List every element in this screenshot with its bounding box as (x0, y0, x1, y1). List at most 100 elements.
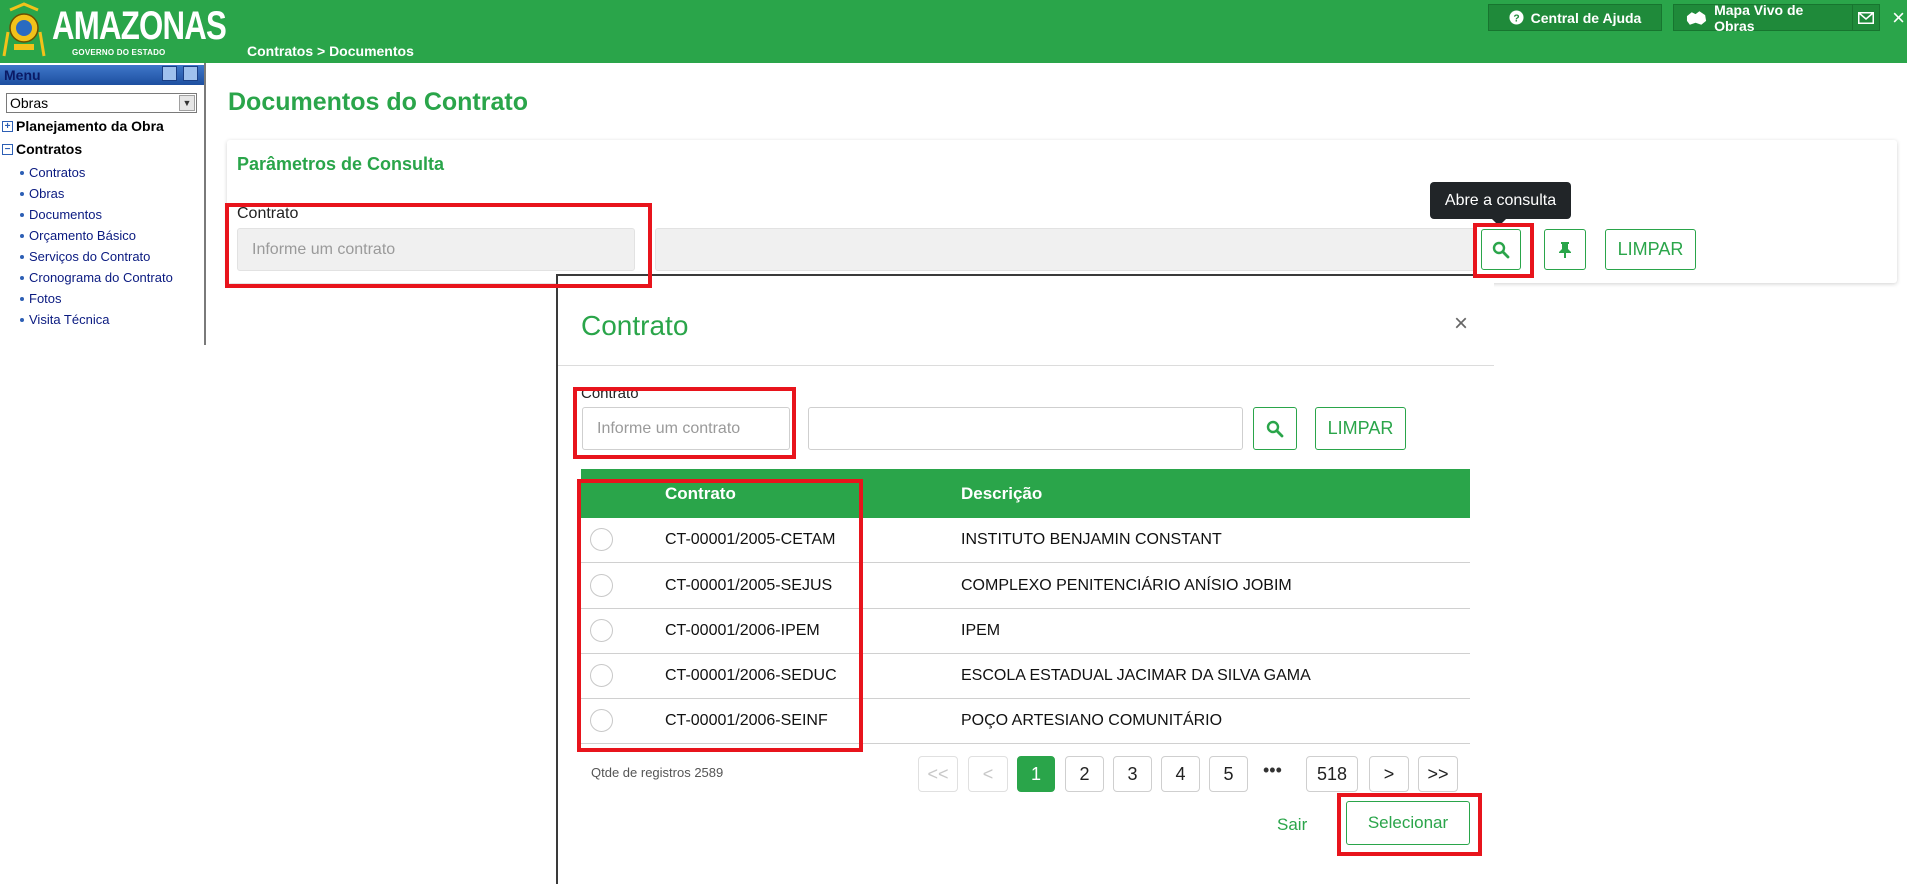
modal-clear-label: LIMPAR (1327, 418, 1394, 438)
module-select[interactable]: Obras ▼ (6, 93, 197, 113)
modal-divider (558, 365, 1494, 366)
svg-text:?: ? (1513, 13, 1519, 24)
page-title: Documentos do Contrato (228, 88, 528, 116)
pin-filter-button[interactable] (1544, 229, 1586, 270)
row-radio[interactable] (590, 709, 613, 732)
panel-title: Parâmetros de Consulta (237, 154, 445, 174)
prev-page-button[interactable]: < (968, 756, 1008, 792)
sidebar-item-label: Fotos (29, 291, 62, 306)
cell-contrato: CT-00001/2006-IPEM (665, 622, 820, 639)
page-button-1[interactable]: 1 (1017, 756, 1055, 792)
table-row[interactable]: CT-00001/2005-SEJUS COMPLEXO PENITENCIÁR… (581, 564, 1470, 609)
page-button-last[interactable]: 518 (1306, 756, 1358, 792)
bullet-icon (20, 191, 24, 196)
first-page-button[interactable]: << (918, 756, 958, 792)
sidebar-item-fotos[interactable]: Fotos (20, 291, 62, 306)
menu-collapse-icon[interactable] (162, 66, 177, 81)
row-radio[interactable] (590, 574, 613, 597)
cell-descricao: POÇO ARTESIANO COMUNITÁRIO (961, 712, 1223, 729)
bullet-icon (20, 275, 24, 280)
help-center-label: Central de Ajuda (1530, 9, 1642, 26)
clear-button[interactable]: LIMPAR (1605, 229, 1696, 270)
select-label: Selecionar (1367, 813, 1449, 832)
module-select-value: Obras (10, 95, 49, 111)
select-button[interactable]: Selecionar (1346, 801, 1470, 845)
modal-contract-code-placeholder: Informe um contrato (597, 419, 741, 437)
row-radio[interactable] (590, 664, 613, 687)
cell-descricao: ESCOLA ESTADUAL JACIMAR DA SILVA GAMA (961, 667, 1311, 684)
exit-button[interactable]: Sair (1277, 815, 1307, 835)
live-map-button[interactable]: Mapa Vivo de Obras (1673, 1, 1855, 34)
collapse-icon[interactable]: − (2, 143, 13, 155)
menu-pin-icon[interactable] (183, 66, 198, 81)
tree-node-contratos[interactable]: − Contratos (2, 141, 82, 157)
map-icon (1686, 10, 1707, 25)
mail-button[interactable] (1852, 4, 1880, 31)
open-lookup-button[interactable] (1481, 229, 1521, 270)
table-row[interactable]: CT-00001/2006-SEDUC ESCOLA ESTADUAL JACI… (581, 654, 1470, 699)
contract-code-placeholder: Informe um contrato (252, 240, 396, 258)
page-button-5[interactable]: 5 (1209, 756, 1248, 792)
column-header-contrato[interactable]: Contrato (665, 484, 736, 504)
bullet-icon (20, 296, 24, 301)
bullet-icon (20, 317, 24, 322)
breadcrumb: Contratos > Documentos (247, 43, 414, 59)
state-emblem-icon (2, 2, 46, 57)
column-header-descricao[interactable]: Descrição (961, 484, 1042, 504)
cell-contrato: CT-00001/2006-SEDUC (665, 667, 837, 684)
modal-contract-description-input[interactable] (808, 407, 1243, 450)
bullet-icon (20, 233, 24, 238)
modal-contract-code-input[interactable]: Informe um contrato (582, 407, 790, 450)
sidebar: Menu Obras ▼ + Planejamento da Obra − Co… (0, 63, 206, 345)
table-row[interactable]: CT-00001/2005-CETAM INSTITUTO BENJAMIN C… (581, 518, 1470, 563)
contract-label: Contrato (237, 205, 299, 222)
modal-clear-button[interactable]: LIMPAR (1315, 407, 1406, 450)
help-center-button[interactable]: ? Central de Ajuda (1488, 4, 1662, 31)
tree-node-label: Planejamento da Obra (16, 118, 164, 134)
pin-icon (1559, 241, 1571, 258)
sidebar-item-label: Serviços do Contrato (29, 249, 151, 264)
sidebar-item-label: Documentos (29, 207, 102, 222)
page-button-2[interactable]: 2 (1065, 756, 1104, 792)
clear-label: LIMPAR (1617, 239, 1684, 259)
brand-logo-text: AMAZONAS (52, 4, 227, 48)
table-row[interactable]: CT-00001/2006-IPEM IPEM (581, 609, 1470, 654)
live-map-label: Mapa Vivo de Obras (1714, 1, 1804, 34)
tree-node-label: Contratos (16, 141, 83, 157)
chevron-down-icon: ▼ (179, 95, 195, 111)
search-icon (1266, 420, 1284, 437)
close-icon[interactable]: × (1454, 310, 1468, 338)
page-button-4[interactable]: 4 (1161, 756, 1200, 792)
sidebar-item-cronograma[interactable]: Cronograma do Contrato (20, 270, 173, 285)
tree-node-planejamento[interactable]: + Planejamento da Obra (2, 118, 164, 134)
table-row[interactable]: CT-00001/2006-SEINF POÇO ARTESIANO COMUN… (581, 699, 1470, 744)
last-page-button[interactable]: >> (1418, 756, 1458, 792)
pagination-ellipsis: ••• (1263, 760, 1282, 780)
row-radio[interactable] (590, 619, 613, 642)
sidebar-item-orcamento[interactable]: Orçamento Básico (20, 228, 136, 243)
sidebar-item-obras[interactable]: Obras (20, 186, 64, 201)
next-page-button[interactable]: > (1369, 756, 1409, 792)
sidebar-item-visita[interactable]: Visita Técnica (20, 312, 109, 327)
row-radio[interactable] (590, 528, 613, 551)
contract-description-input[interactable] (655, 228, 1476, 271)
menu-title: Menu (4, 67, 41, 83)
bullet-icon (20, 212, 24, 217)
modal-title: Contrato (581, 310, 689, 341)
expand-icon[interactable]: + (2, 120, 13, 132)
modal-search-button[interactable] (1253, 407, 1297, 450)
cell-descricao: INSTITUTO BENJAMIN CONSTANT (961, 531, 1222, 548)
close-icon[interactable]: × (1890, 4, 1907, 31)
cell-descricao: COMPLEXO PENITENCIÁRIO ANÍSIO JOBIM (961, 577, 1292, 594)
modal-contract-label: Contrato (581, 385, 639, 402)
page-button-3[interactable]: 3 (1113, 756, 1152, 792)
sidebar-item-documentos[interactable]: Documentos (20, 207, 102, 222)
bullet-icon (20, 254, 24, 259)
sidebar-item-contratos[interactable]: Contratos (20, 165, 85, 180)
search-icon (1492, 241, 1510, 258)
cell-contrato: CT-00001/2005-CETAM (665, 531, 836, 548)
cell-contrato: CT-00001/2005-SEJUS (665, 577, 833, 594)
cell-descricao: IPEM (961, 622, 1001, 639)
contract-code-input[interactable]: Informe um contrato (237, 228, 635, 271)
sidebar-item-servicos[interactable]: Serviços do Contrato (20, 249, 150, 264)
